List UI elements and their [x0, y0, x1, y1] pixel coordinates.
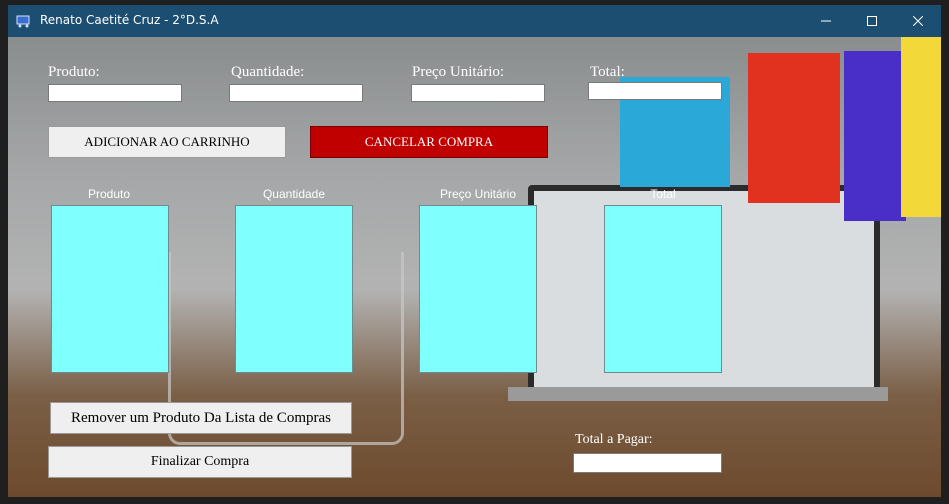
minimize-icon — [821, 20, 831, 22]
produto-input[interactable] — [48, 84, 182, 102]
produto-listbox[interactable] — [51, 205, 169, 373]
add-to-cart-button[interactable]: ADICIONAR AO CARRINHO — [48, 126, 286, 158]
preco-unitario-input[interactable] — [411, 84, 545, 102]
preco-unitario-label: Preço Unitário: — [412, 64, 505, 80]
total-listbox[interactable] — [604, 205, 722, 373]
remove-product-button[interactable]: Remover um Produto Da Lista de Compras — [50, 402, 352, 434]
produto-label: Produto: — [48, 64, 100, 80]
finalize-purchase-button[interactable]: Finalizar Compra — [48, 446, 352, 478]
window-title: Renato Caetité Cruz - 2°D.S.A — [40, 13, 219, 27]
background-laptop-base — [508, 387, 888, 401]
total-label: Total: — [590, 64, 625, 80]
cancel-purchase-button[interactable]: CANCELAR COMPRA — [310, 126, 548, 158]
background-bag-yellow — [901, 37, 941, 217]
total-column-header: Total — [650, 187, 676, 201]
minimize-button[interactable] — [803, 5, 849, 37]
preco-unitario-column-header: Preço Unitário — [439, 187, 517, 201]
quantidade-column-header: Quantidade — [262, 187, 326, 201]
maximize-icon — [867, 16, 877, 26]
total-a-pagar-label: Total a Pagar: — [575, 432, 653, 447]
shopping-cart-icon — [16, 15, 30, 28]
close-button[interactable] — [895, 5, 941, 37]
close-icon — [913, 16, 923, 26]
background-bag-purple — [844, 51, 906, 221]
total-input[interactable] — [588, 82, 722, 100]
produto-column-header: Produto — [87, 187, 131, 201]
preco-unitario-listbox[interactable] — [419, 205, 537, 373]
total-a-pagar-input[interactable] — [573, 453, 722, 473]
background-bag-red — [748, 53, 840, 203]
quantidade-input[interactable] — [229, 84, 363, 102]
maximize-button[interactable] — [849, 5, 895, 37]
quantidade-listbox[interactable] — [235, 205, 353, 373]
form-client-area: Produto: Quantidade: Preço Unitário: Tot… — [8, 37, 941, 497]
title-bar[interactable]: Renato Caetité Cruz - 2°D.S.A — [8, 5, 941, 37]
quantidade-label: Quantidade: — [231, 64, 305, 80]
app-window: Renato Caetité Cruz - 2°D.S.A Produto: Q… — [0, 0, 949, 504]
